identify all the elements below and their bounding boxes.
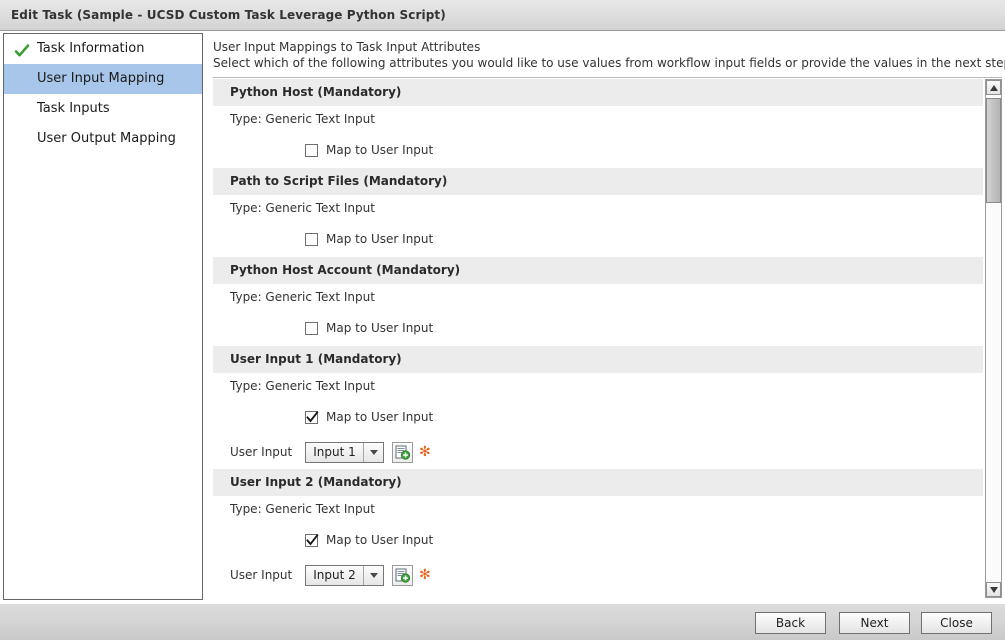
required-marker-icon: ✻ [419, 444, 431, 460]
back-button[interactable]: Back [755, 612, 826, 634]
add-document-icon [395, 445, 410, 460]
map-to-user-input-row: Map to User Input [213, 221, 983, 257]
main-panel: User Input Mappings to Task Input Attrib… [206, 33, 1005, 600]
wizard-step-sidebar: Task Information User Input Mapping Task… [3, 33, 203, 600]
attribute-type: Type: Generic Text Input [230, 201, 375, 215]
attribute-title: Python Host (Mandatory) [213, 79, 983, 106]
sidebar-item-user-output-mapping[interactable]: User Output Mapping [4, 124, 202, 154]
attribute-type: Type: Generic Text Input [230, 290, 375, 304]
map-to-user-input-checkbox[interactable] [305, 321, 318, 335]
scroll-up-button[interactable] [986, 80, 1001, 95]
sidebar-item-task-inputs[interactable]: Task Inputs [4, 94, 202, 124]
attribute-section: Path to Script Files (Mandatory) Type: G… [213, 168, 983, 257]
sidebar-item-label: Task Information [37, 41, 145, 56]
chevron-down-icon [363, 565, 383, 585]
map-to-user-input-row: Map to User Input [213, 522, 983, 558]
map-to-user-input-label: Map to User Input [326, 321, 434, 335]
attribute-section: User Input 1 (Mandatory) Type: Generic T… [213, 346, 983, 469]
triangle-down-icon [989, 586, 998, 593]
user-input-select-value: Input 1 [313, 444, 356, 459]
triangle-up-icon [989, 84, 998, 91]
attribute-type: Type: Generic Text Input [230, 112, 375, 126]
user-input-label: User Input [230, 445, 293, 459]
attribute-type: Type: Generic Text Input [230, 502, 375, 516]
user-input-select[interactable]: Input 2 [305, 564, 384, 586]
attribute-section: User Input 2 (Mandatory) Type: Generic T… [213, 469, 983, 592]
dialog-titlebar: Edit Task (Sample - UCSD Custom Task Lev… [0, 0, 1005, 31]
chevron-down-icon [363, 442, 383, 462]
map-to-user-input-row: Map to User Input [213, 132, 983, 168]
user-input-select-row: User Input Input 1 ✻ [213, 435, 983, 469]
map-to-user-input-label: Map to User Input [326, 232, 434, 246]
dialog-footer: Back Next Close [0, 603, 1005, 640]
sidebar-item-label: Task Inputs [37, 101, 110, 116]
attributes-scroll-area: Python Host (Mandatory) Type: Generic Te… [213, 77, 1002, 600]
user-input-select[interactable]: Input 1 [305, 441, 384, 463]
add-document-icon-button[interactable] [392, 564, 413, 586]
close-button[interactable]: Close [921, 612, 992, 634]
user-input-select-row: User Input Input 2 ✻ [213, 558, 983, 592]
sidebar-item-label: User Input Mapping [37, 71, 165, 86]
attribute-title: Path to Script Files (Mandatory) [213, 168, 983, 195]
user-input-select-value: Input 2 [313, 567, 356, 582]
map-to-user-input-row: Map to User Input [213, 310, 983, 346]
user-input-label: User Input [230, 568, 293, 582]
add-document-icon-button[interactable] [392, 441, 413, 463]
add-document-icon [395, 568, 410, 583]
sidebar-item-label: User Output Mapping [37, 131, 176, 146]
next-button[interactable]: Next [839, 612, 910, 634]
check-icon [14, 41, 30, 57]
map-to-user-input-checkbox[interactable] [305, 143, 318, 157]
panel-description: Select which of the following attributes… [213, 56, 1005, 70]
panel-heading: User Input Mappings to Task Input Attrib… [213, 40, 481, 54]
map-to-user-input-label: Map to User Input [326, 143, 434, 157]
scrollbar-thumb[interactable] [986, 98, 1001, 203]
map-to-user-input-checkbox[interactable] [305, 533, 319, 547]
map-to-user-input-label: Map to User Input [326, 410, 434, 424]
vertical-scrollbar[interactable] [985, 79, 1002, 598]
map-to-user-input-label: Map to User Input [326, 533, 434, 547]
sidebar-item-task-information[interactable]: Task Information [4, 34, 202, 64]
scroll-down-button[interactable] [986, 582, 1001, 597]
attribute-title: Python Host Account (Mandatory) [213, 257, 983, 284]
edit-task-dialog: Edit Task (Sample - UCSD Custom Task Lev… [0, 0, 1005, 640]
map-to-user-input-checkbox[interactable] [305, 232, 318, 246]
attribute-type: Type: Generic Text Input [230, 379, 375, 393]
map-to-user-input-row: Map to User Input [213, 399, 983, 435]
attribute-section: Python Host (Mandatory) Type: Generic Te… [213, 79, 983, 168]
dialog-title: Edit Task (Sample - UCSD Custom Task Lev… [11, 8, 446, 22]
required-marker-icon: ✻ [419, 567, 431, 583]
map-to-user-input-checkbox[interactable] [305, 410, 319, 424]
attribute-title: User Input 2 (Mandatory) [213, 469, 983, 496]
panel-header: User Input Mappings to Task Input Attrib… [206, 33, 1005, 71]
sidebar-item-user-input-mapping[interactable]: User Input Mapping [4, 64, 202, 94]
attribute-section: Python Host Account (Mandatory) Type: Ge… [213, 257, 983, 346]
attributes-list: Python Host (Mandatory) Type: Generic Te… [213, 79, 983, 598]
attribute-title: User Input 1 (Mandatory) [213, 346, 983, 373]
